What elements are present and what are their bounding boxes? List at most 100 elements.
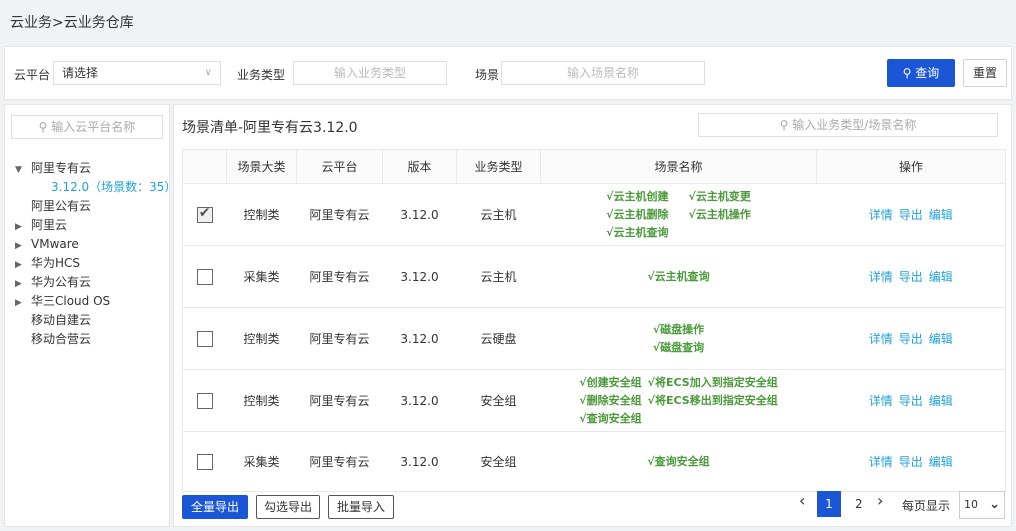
col-scene: 场景名称 [540, 149, 817, 184]
cloud-select[interactable]: 请选择 ∨ [53, 61, 221, 85]
edit-link[interactable]: 编辑 [929, 270, 953, 284]
tree-node-label: 华三Cloud OS [31, 294, 111, 308]
detail-link[interactable]: 详情 [869, 455, 893, 469]
table-row: 控制类 阿里专有云 3.12.0 安全组 √创建安全组 √将ECS加入到指定安全… [182, 369, 1006, 432]
row-cloud: 阿里专有云 [296, 245, 383, 308]
row-biz-type: 安全组 [456, 431, 541, 492]
export-link[interactable]: 导出 [899, 394, 923, 408]
scene-item: √云主机变更 [688, 189, 751, 203]
table-row: 采集类 阿里专有云 3.12.0 安全组 √查询安全组 详情 导出 编辑 [182, 431, 1006, 492]
row-ops: 详情 导出 编辑 [816, 245, 1006, 308]
row-category: 控制类 [226, 369, 297, 432]
scene-label: 场景 [475, 68, 500, 82]
scene-item: √云主机操作 [688, 207, 751, 221]
tree-node-huawei-hcs[interactable]: ▶ 华为HCS [15, 254, 165, 273]
tree-node-version[interactable]: 3.12.0（场景数：35） [15, 178, 176, 197]
next-page-icon[interactable]: › [877, 491, 883, 510]
row-checkbox[interactable] [196, 453, 213, 470]
row-version: 3.12.0 [382, 307, 457, 370]
detail-link[interactable]: 详情 [869, 270, 893, 284]
scene-item: √云主机删除 [606, 207, 669, 221]
row-version: 3.12.0 [382, 369, 457, 432]
row-ops: 详情 导出 编辑 [816, 307, 1006, 370]
table-header: 场景大类 云平台 版本 业务类型 场景名称 操作 [182, 149, 1006, 184]
row-checkbox[interactable] [196, 330, 213, 347]
row-version: 3.12.0 [382, 431, 457, 492]
detail-link[interactable]: 详情 [869, 332, 893, 346]
row-checkbox[interactable] [196, 205, 213, 223]
col-category: 场景大类 [226, 149, 297, 184]
tree-node-mobile-self[interactable]: 移动自建云 [15, 311, 165, 330]
search-icon: ⚲ [779, 118, 789, 132]
breadcrumb: 云业务>云业务仓库 [0, 0, 1016, 42]
export-link[interactable]: 导出 [899, 455, 923, 469]
row-version: 3.12.0 [382, 183, 457, 246]
page-button-1[interactable]: 1 [817, 491, 841, 517]
cloud-search-placeholder: 输入云平台名称 [51, 120, 136, 134]
row-checkbox[interactable] [196, 268, 213, 285]
export-link[interactable]: 导出 [899, 332, 923, 346]
tree-node-mobile-joint[interactable]: 移动合营云 [15, 330, 165, 349]
tree-node-label: 阿里专有云 [31, 161, 92, 175]
tree-node-label: 华为HCS [31, 256, 81, 270]
scene-item: √磁盘查询 [652, 340, 705, 354]
export-all-button[interactable]: 全量导出 [182, 495, 248, 519]
biz-type-input[interactable]: 输入业务类型 [293, 61, 447, 85]
export-checked-button[interactable]: 勾选导出 [256, 495, 320, 519]
scene-search-placeholder: 输入业务类型/场景名称 [792, 118, 917, 132]
scene-item: √查询安全组 [647, 454, 710, 468]
row-category: 控制类 [226, 307, 297, 370]
scene-input[interactable]: 输入场景名称 [501, 61, 705, 85]
row-version: 3.12.0 [382, 245, 457, 308]
row-biz-type: 云主机 [456, 245, 541, 308]
batch-import-button[interactable]: 批量导入 [328, 495, 394, 519]
export-link[interactable]: 导出 [899, 270, 923, 284]
per-page-value: 10 [964, 498, 978, 511]
table-row: 采集类 阿里专有云 3.12.0 云主机 √云主机查询 详情 导出 编辑 [182, 245, 1006, 308]
per-page-select[interactable]: 10 ⌄ [959, 491, 1005, 519]
export-link[interactable]: 导出 [899, 208, 923, 222]
scene-item: √删除安全组 [579, 393, 642, 407]
edit-link[interactable]: 编辑 [929, 455, 953, 469]
edit-link[interactable]: 编辑 [929, 394, 953, 408]
cloud-select-value: 请选择 [62, 66, 99, 80]
row-checkbox[interactable] [196, 392, 213, 409]
table-row: 控制类 阿里专有云 3.12.0 云主机 √云主机创建 √云主机变更 √云主机删… [182, 183, 1006, 246]
row-scenes: √云主机创建 √云主机变更 √云主机删除 √云主机操作 √云主机查询 [606, 188, 751, 242]
filter-bar: 云平台 请选择 ∨ 业务类型 输入业务类型 场景 输入场景名称 ⚲ 查询 重置 [4, 46, 1012, 100]
row-category: 控制类 [226, 183, 297, 246]
tree-node-aliyun[interactable]: ▶ 阿里云 [15, 216, 165, 235]
cloud-sidebar: ⚲ 输入云平台名称 ▼ 阿里专有云 3.12.0（场景数：35） 阿里公有云 ▶ 阿… [4, 104, 176, 527]
tree-node-h3c-cloudos[interactable]: ▶ 华三Cloud OS [15, 292, 165, 311]
col-ops: 操作 [816, 149, 1006, 184]
row-cloud: 阿里专有云 [296, 183, 383, 246]
detail-link[interactable]: 详情 [869, 394, 893, 408]
scene-item: √查询安全组 [579, 411, 642, 425]
search-button[interactable]: ⚲ 查询 [887, 59, 955, 87]
edit-link[interactable]: 编辑 [929, 208, 953, 222]
biz-type-label: 业务类型 [237, 68, 286, 82]
edit-link[interactable]: 编辑 [929, 332, 953, 346]
detail-link[interactable]: 详情 [869, 208, 893, 222]
row-ops: 详情 导出 编辑 [816, 183, 1006, 246]
prev-page-icon[interactable]: ‹ [799, 491, 805, 510]
cloud-tree: ▼ 阿里专有云 3.12.0（场景数：35） 阿里公有云 ▶ 阿里云 ▶ VMware… [15, 159, 176, 349]
scene-item: √创建安全组 [579, 375, 642, 389]
scene-list-panel: 场景清单-阿里专有云3.12.0 ⚲ 输入业务类型/场景名称 场景大类 云平台 … [173, 104, 1012, 527]
scene-item: √云主机查询 [647, 269, 710, 283]
tree-node-vmware[interactable]: ▶ VMware [15, 235, 165, 254]
search-button-label: 查询 [915, 66, 940, 80]
tree-node-aliyun-public[interactable]: 阿里公有云 [15, 197, 165, 216]
scene-table: 场景大类 云平台 版本 业务类型 场景名称 操作 控制类 阿里专有云 3.12.… [182, 149, 1006, 492]
row-scenes: √创建安全组 √将ECS加入到指定安全组 √删除安全组 √将ECS移出到指定安全… [579, 374, 777, 428]
table-row: 控制类 阿里专有云 3.12.0 云硬盘 √磁盘操作 √磁盘查询 详情 导出 编辑 [182, 307, 1006, 370]
reset-button[interactable]: 重置 [963, 59, 1007, 87]
per-page-label: 每页显示 [902, 499, 951, 513]
cloud-search-input[interactable]: ⚲ 输入云平台名称 [11, 115, 163, 139]
scene-search-input[interactable]: ⚲ 输入业务类型/场景名称 [698, 113, 998, 137]
tree-node-label: 华为公有云 [31, 275, 92, 289]
tree-node-huawei-public[interactable]: ▶ 华为公有云 [15, 273, 165, 292]
tree-node-aliyun-private[interactable]: ▼ 阿里专有云 [15, 159, 165, 178]
page-button-2[interactable]: 2 [855, 497, 863, 511]
row-cloud: 阿里专有云 [296, 307, 383, 370]
